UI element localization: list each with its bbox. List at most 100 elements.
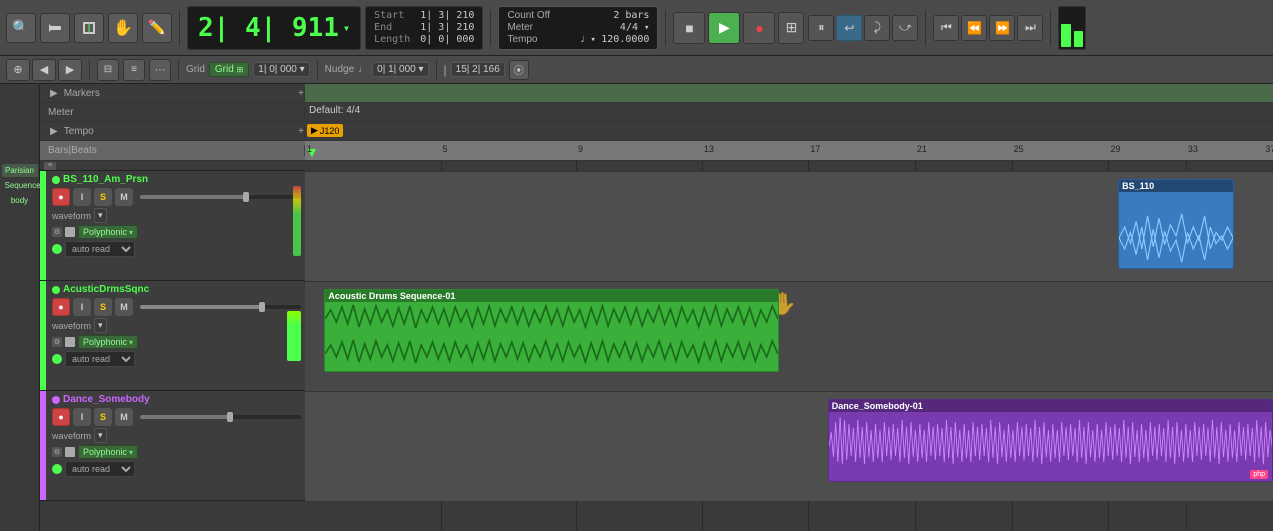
add-marker-btn[interactable]: + <box>298 88 304 99</box>
dance-waveform-dropdown[interactable]: ▾ <box>94 428 107 443</box>
add-tempo-btn[interactable]: + <box>298 126 304 137</box>
rewind-btn[interactable]: ⏪ <box>961 15 987 41</box>
clip-bs110[interactable]: BS_110 <box>1118 179 1234 269</box>
clip-acoustic-waveform-top <box>325 302 778 337</box>
acoustic-power-btn[interactable]: ● <box>52 298 70 316</box>
nudge-note-icon: ♩ <box>358 64 368 75</box>
acoustic-mute-btn[interactable]: M <box>115 298 133 316</box>
next-track-btn[interactable]: ▶ <box>58 59 82 81</box>
acoustic-volume-thumb[interactable] <box>259 302 265 312</box>
bs-waveform-row: waveform ▾ <box>52 208 301 223</box>
acoustic-gear-icon[interactable]: ⚙ <box>52 337 62 347</box>
rewind-loop-btn[interactable]: ↩ <box>836 15 862 41</box>
acoustic-volume-slider[interactable] <box>140 305 301 309</box>
play-button[interactable]: ▶ <box>708 12 740 44</box>
fast-forward-btn[interactable]: ⏩ <box>989 15 1015 41</box>
bs-auto-select[interactable]: auto read auto write auto touch <box>65 241 135 257</box>
start-label: Start <box>374 10 404 21</box>
acoustic-volume-fill <box>140 305 261 309</box>
bs-waveform-label: waveform <box>52 211 91 221</box>
dance-gear-icon[interactable]: ⚙ <box>52 447 62 457</box>
track-punch-btn[interactable]: ⤻ <box>892 15 918 41</box>
sep-t2-3 <box>317 60 318 80</box>
acoustic-waveform-dropdown[interactable]: ▾ <box>94 318 107 333</box>
selector-tool-btn[interactable] <box>74 13 104 43</box>
clip-acoustic[interactable]: Acoustic Drums Sequence-01 <box>324 289 779 372</box>
link-btn[interactable]: ⦿ <box>509 60 529 80</box>
playback-extra-controls: ⏸ ↩ ⤸ ⤻ <box>808 15 918 41</box>
add-track-btn[interactable]: ⊕ <box>6 59 30 81</box>
bs-polyphonic-btn[interactable]: Polyphonic ▾ <box>78 225 138 239</box>
dance-polyphonic-btn[interactable]: Polyphonic ▾ <box>78 445 138 459</box>
dance-volume-fill <box>140 415 229 419</box>
stop-button[interactable]: ■ <box>673 12 705 44</box>
collapse-all-btn[interactable]: ≡ <box>44 162 56 170</box>
punch-btn[interactable]: ⤸ <box>864 15 890 41</box>
bs-volume-slider[interactable] <box>140 195 301 199</box>
dance-icon2 <box>65 447 75 457</box>
acoustic-polyphonic-btn[interactable]: Polyphonic ▾ <box>78 335 138 349</box>
sequence-item[interactable]: Sequencebo <box>2 179 38 192</box>
skip-controls: ⏮ ⏪ ⏩ ⏭ <box>933 15 1043 41</box>
dance-volume-thumb[interactable] <box>227 412 233 422</box>
clip-dance-waveform <box>829 412 1272 482</box>
acoustic-color-strip <box>40 281 46 390</box>
extra-btn[interactable]: ⊞ <box>778 12 804 44</box>
inserts-btn[interactable]: ≡ <box>123 59 145 81</box>
acoustic-input-btn[interactable]: I <box>73 298 91 316</box>
nav-controls: ⊕ ◀ ▶ <box>6 59 82 81</box>
dance-waveform-row: waveform ▾ <box>52 428 301 443</box>
bar-33: 33 <box>1188 144 1198 154</box>
grid-toggle-btn[interactable]: Grid ⊞ <box>209 62 249 77</box>
bs-mute-btn[interactable]: M <box>115 188 133 206</box>
track-header-acoustic: AcusticDrmsSqnc ● I S M <box>40 281 305 391</box>
bars-content[interactable]: ▼ 1 5 9 13 17 21 25 29 33 37 <box>305 141 1273 160</box>
bs-track-name[interactable]: BS_110_Am_Prsn <box>63 174 148 185</box>
goto-start-btn[interactable]: ⏮ <box>933 15 959 41</box>
start-val: 1| 3| 210 <box>420 10 474 21</box>
dance-auto-select[interactable]: auto read auto write <box>65 461 135 477</box>
dance-volume-slider[interactable] <box>140 415 301 419</box>
end-position-display[interactable]: 15| 2| 166 <box>451 62 505 77</box>
clip-dance[interactable]: Dance_Somebody-01 php <box>828 399 1273 482</box>
mixer-btn[interactable]: ⊟ <box>97 59 119 81</box>
pencil-tool-btn[interactable]: ✏️ <box>142 13 172 43</box>
bs-input-btn[interactable]: I <box>73 188 91 206</box>
acoustic-waveform-row: waveform ▾ <box>52 318 301 333</box>
timeline-content[interactable]: ✋ BS_110 Acoustic Drums Sequence-01 <box>305 161 1273 531</box>
acoustic-solo-btn[interactable]: S <box>94 298 112 316</box>
acoustic-track-name[interactable]: AcusticDrmsSqnc <box>63 284 149 295</box>
dance-input-btn[interactable]: I <box>73 408 91 426</box>
tempo-marker[interactable]: ▶ J120 <box>307 124 343 137</box>
dance-track-name[interactable]: Dance_Somebody <box>63 394 150 405</box>
loop-btn[interactable]: ⏸ <box>808 15 834 41</box>
more-btn[interactable]: ··· <box>149 59 171 81</box>
bs-volume-thumb[interactable] <box>243 192 249 202</box>
bs-solo-btn[interactable]: S <box>94 188 112 206</box>
body-item[interactable]: body <box>2 194 38 207</box>
grid-value-select[interactable]: 1| 0| 000 ▾ <box>253 62 309 77</box>
acoustic-auto-select[interactable]: auto read auto write <box>65 351 135 367</box>
record-button[interactable]: ● <box>743 12 775 44</box>
nudge-value-select[interactable]: 0| 1| 000 ▾ <box>372 62 428 77</box>
dance-mute-btn[interactable]: M <box>115 408 133 426</box>
trim-tool-btn[interactable] <box>40 13 70 43</box>
markers-content[interactable] <box>305 84 1273 102</box>
bar-37: 37 <box>1265 144 1273 154</box>
dance-power-btn[interactable]: ● <box>52 408 70 426</box>
prev-track-btn[interactable]: ◀ <box>32 59 56 81</box>
bs-gear-icon[interactable]: ⚙ <box>52 227 62 237</box>
bs-waveform-dropdown[interactable]: ▾ <box>94 208 107 223</box>
goto-end-btn[interactable]: ⏭ <box>1017 15 1043 41</box>
parisian-item[interactable]: Parisian <box>2 164 38 177</box>
zoom-tool-btn[interactable]: 🔍 <box>6 13 36 43</box>
grabber-tool-btn[interactable]: ✋ <box>108 13 138 43</box>
track-headers-panel: ≡ BS_110_Am_Prsn ● I S M <box>40 161 305 531</box>
markers-expand-btn[interactable]: ▶ <box>48 88 60 99</box>
clip-acoustic-waveform-bottom <box>325 337 778 372</box>
dance-solo-btn[interactable]: S <box>94 408 112 426</box>
main-counter[interactable]: 2| 4| 911 ▾ <box>187 6 361 50</box>
tempo-expand-btn[interactable]: ▶ <box>48 126 60 137</box>
bs-power-btn[interactable]: ● <box>52 188 70 206</box>
dance-clip-badge: php <box>1250 470 1268 479</box>
